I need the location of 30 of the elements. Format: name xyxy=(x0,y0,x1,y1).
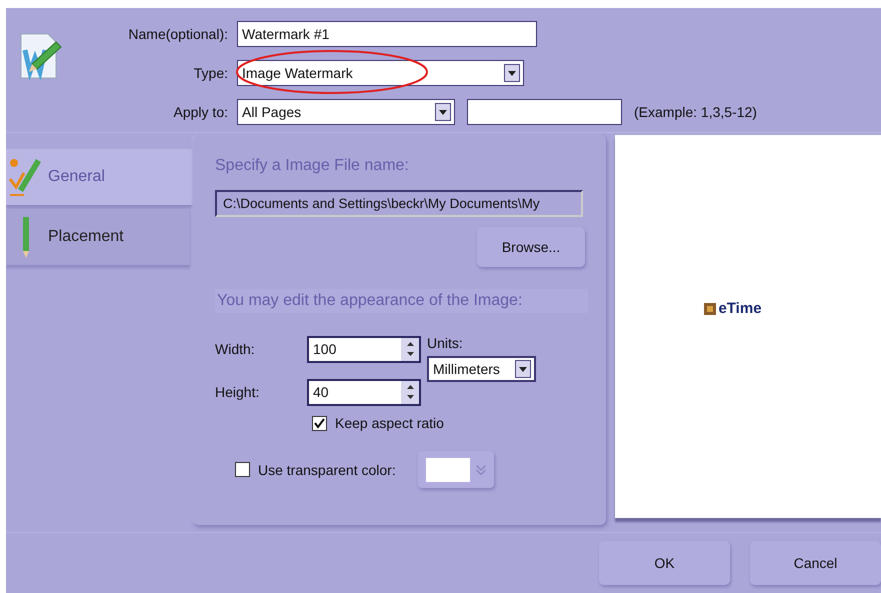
field-label: Name(optional): xyxy=(127,26,228,42)
field-label: Apply to: xyxy=(172,104,228,120)
logo-icon xyxy=(704,302,716,314)
checkbox-label: Keep aspect ratio xyxy=(335,415,444,431)
units-dropdown[interactable]: Millimeters xyxy=(427,356,536,382)
checkbox-label: Use transparent color: xyxy=(258,462,396,478)
dropdown[interactable]: All Pages xyxy=(237,99,455,125)
color-picker-button[interactable] xyxy=(418,451,494,488)
width-label: Width: xyxy=(215,341,256,357)
height-label: Height: xyxy=(215,384,260,400)
name-field[interactable]: Watermark #1 xyxy=(237,21,537,47)
dropdown[interactable]: Image Watermark xyxy=(237,60,524,86)
checkbox[interactable] xyxy=(312,416,327,430)
pencil-icon xyxy=(23,216,29,258)
logo-text: eTime xyxy=(718,300,762,317)
dialog-button[interactable]: Cancel xyxy=(750,541,881,585)
units-label: Units: xyxy=(427,335,464,351)
browse-button[interactable]: Browse... xyxy=(477,227,585,267)
section-heading: Specify a Image File name: xyxy=(215,157,410,175)
checkbox[interactable] xyxy=(235,462,250,477)
field-label: Type: xyxy=(192,65,228,81)
chevron-down-icon xyxy=(476,464,486,474)
section-heading: You may edit the appearance of the Image: xyxy=(215,289,588,313)
width-spinbox[interactable]: 100 xyxy=(307,336,421,362)
pages-hint: (Example: 1,3,5-12) xyxy=(634,104,757,120)
file-path-field[interactable]: C:\Documents and Settings\beckr\My Documents\My xyxy=(215,190,583,217)
pages-field[interactable] xyxy=(467,99,622,125)
dialog-button[interactable]: OK xyxy=(599,541,730,585)
tab[interactable]: Placement xyxy=(6,209,190,265)
height-spinbox[interactable]: 40 xyxy=(307,378,421,406)
